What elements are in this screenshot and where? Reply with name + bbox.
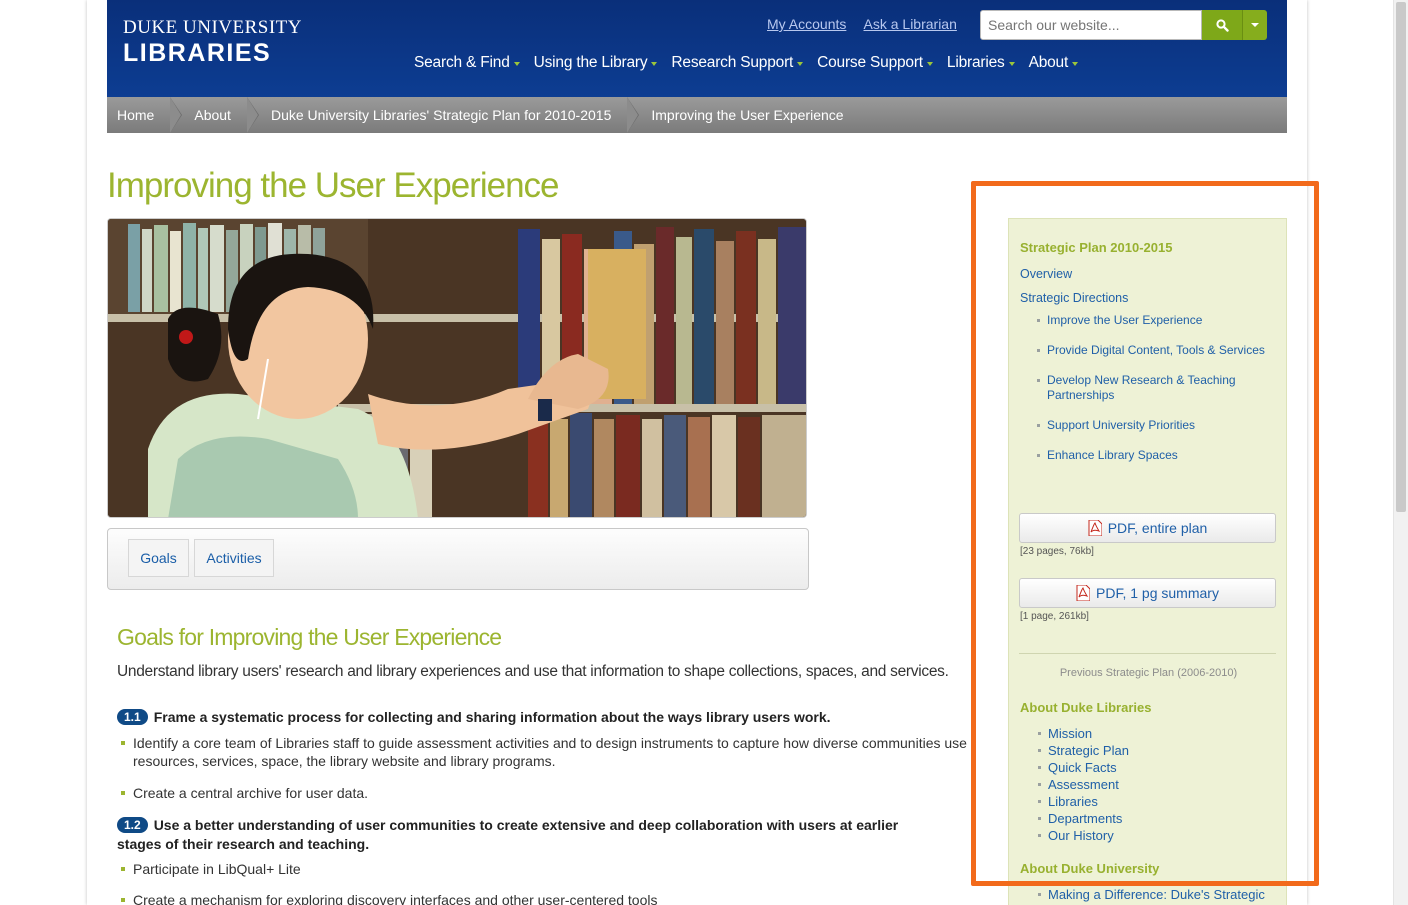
goal-1-1-bullet: Identify a core team of Libraries staff … bbox=[121, 734, 967, 752]
pdf-entire-plan-label: PDF, entire plan bbox=[1107, 520, 1208, 536]
nav-research-support[interactable]: Research Support bbox=[671, 54, 804, 72]
page-scrollbar[interactable] bbox=[1393, 0, 1408, 905]
about-university-heading[interactable]: About Duke University bbox=[1020, 861, 1159, 876]
site-search bbox=[980, 10, 1267, 40]
site-header: DUKE UNIVERSITY LIBRARIES My Accounts As… bbox=[107, 0, 1287, 97]
about-link-mission[interactable]: Mission bbox=[1037, 725, 1092, 742]
search-button[interactable] bbox=[1202, 10, 1242, 40]
sidebar-heading: Strategic Plan 2010-2015 bbox=[1020, 240, 1173, 255]
sidebar-divider bbox=[1019, 653, 1276, 654]
nav-label: Course Support bbox=[817, 54, 923, 71]
crumb-label: Improving the User Experience bbox=[651, 107, 844, 123]
goal-1-1-bullet-continued: resources, services, space, the library … bbox=[133, 753, 556, 769]
crumb-separator bbox=[246, 97, 258, 133]
sidebar-direction-digital-content[interactable]: Provide Digital Content, Tools & Service… bbox=[1037, 343, 1265, 358]
nav-label: Research Support bbox=[671, 54, 794, 71]
caret-down-icon bbox=[1008, 61, 1015, 66]
nav-label: About bbox=[1028, 54, 1069, 71]
nav-about[interactable]: About bbox=[1029, 54, 1079, 72]
goal-1-2-bullet: Participate in LibQual+ Lite bbox=[121, 860, 301, 878]
goal-1-1-bullet: Create a central archive for user data. bbox=[121, 784, 368, 802]
sidebar-link-overview[interactable]: Overview bbox=[1020, 267, 1072, 281]
chevron-down-icon bbox=[1251, 23, 1259, 27]
breadcrumb-home[interactable]: Home bbox=[107, 97, 183, 133]
main-nav: Search & Find Using the Library Research… bbox=[414, 54, 1092, 72]
search-options-dropdown[interactable] bbox=[1242, 10, 1267, 40]
goal-1-2-heading-continued: stages of their research and teaching. bbox=[117, 836, 370, 852]
pdf-icon bbox=[1088, 520, 1102, 536]
sidebar-direction-university-priorities[interactable]: Support University Priorities bbox=[1036, 418, 1195, 433]
scrollbar-thumb[interactable] bbox=[1396, 2, 1406, 512]
duke-libraries-logo[interactable]: DUKE UNIVERSITY LIBRARIES bbox=[123, 17, 303, 67]
tab-activities[interactable]: Activities bbox=[194, 539, 274, 577]
pdf-summary-meta: [1 page, 261kb] bbox=[1020, 611, 1089, 622]
nav-label: Using the Library bbox=[533, 54, 648, 71]
breadcrumb: Home About Duke University Libraries' St… bbox=[107, 97, 1287, 133]
goal-1-2-bullet: Create a mechanism for exploring discove… bbox=[121, 891, 657, 905]
nav-libraries[interactable]: Libraries bbox=[947, 54, 1015, 72]
sidebar-direction-user-experience[interactable]: Improve the User Experience bbox=[1036, 313, 1202, 328]
about-link-strategic-plan[interactable]: Strategic Plan bbox=[1038, 742, 1129, 759]
about-link-assessment[interactable]: Assessment bbox=[1038, 776, 1119, 793]
about-link-departments[interactable]: Departments bbox=[1037, 810, 1122, 827]
about-libraries-heading[interactable]: About Duke Libraries bbox=[1020, 700, 1151, 715]
crumb-separator bbox=[627, 97, 639, 133]
goal-badge: 1.2 bbox=[117, 817, 148, 833]
goals-heading: Goals for Improving the User Experience bbox=[117, 624, 502, 650]
goal-text: Use a better understanding of user commu… bbox=[153, 817, 899, 833]
logo-line1: DUKE UNIVERSITY bbox=[123, 17, 303, 38]
crumb-label: About bbox=[194, 107, 231, 123]
utility-links: My Accounts Ask a Librarian bbox=[767, 16, 971, 32]
caret-down-icon bbox=[797, 61, 804, 66]
breadcrumb-current: Improving the User Experience bbox=[627, 97, 859, 133]
goal-badge: 1.1 bbox=[117, 709, 148, 725]
crumb-separator bbox=[170, 97, 182, 133]
search-input[interactable] bbox=[980, 10, 1202, 40]
breadcrumb-strategic-plan[interactable]: Duke University Libraries' Strategic Pla… bbox=[247, 97, 640, 133]
caret-down-icon bbox=[926, 61, 933, 66]
page-title: Improving the User Experience bbox=[107, 166, 559, 205]
ask-a-librarian-link[interactable]: Ask a Librarian bbox=[864, 16, 957, 32]
goal-text: Frame a systematic process for collectin… bbox=[153, 709, 831, 725]
logo-line2: LIBRARIES bbox=[123, 39, 272, 67]
sidebar-direction-library-spaces[interactable]: Enhance Library Spaces bbox=[1037, 448, 1178, 463]
strategic-plan-sidebar: Strategic Plan 2010-2015 Overview Strate… bbox=[1008, 218, 1287, 905]
tab-bar: Goals Activities bbox=[107, 528, 809, 590]
sidebar-direction-research-teaching[interactable]: Develop New Research & Teaching bbox=[1037, 373, 1236, 388]
hero-photo bbox=[107, 218, 807, 518]
nav-course-support[interactable]: Course Support bbox=[817, 54, 933, 72]
pdf-icon bbox=[1076, 585, 1091, 601]
about-link-libraries[interactable]: Libraries bbox=[1038, 793, 1098, 810]
goal-1-2-heading: 1.2 Use a better understanding of user co… bbox=[117, 816, 898, 835]
nav-label: Libraries bbox=[946, 54, 1005, 71]
goals-intro: Understand library users' research and l… bbox=[117, 663, 949, 680]
caret-down-icon bbox=[513, 61, 520, 66]
sidebar-direction-research-teaching-continued[interactable]: Partnerships bbox=[1047, 388, 1114, 403]
library-stacks-photo bbox=[108, 219, 806, 517]
previous-plan-link[interactable]: Previous Strategic Plan (2006-2010) bbox=[1009, 667, 1288, 679]
nav-using-the-library[interactable]: Using the Library bbox=[534, 54, 658, 72]
tab-goals[interactable]: Goals bbox=[128, 539, 189, 577]
nav-label: Search & Find bbox=[414, 54, 510, 71]
caret-down-icon bbox=[1072, 61, 1079, 66]
crumb-label: Duke University Libraries' Strategic Pla… bbox=[270, 107, 612, 123]
pdf-summary-button[interactable]: PDF, 1 pg summary bbox=[1019, 578, 1276, 608]
search-icon bbox=[1215, 18, 1229, 32]
pdf-entire-plan-meta: [23 pages, 76kb] bbox=[1020, 546, 1094, 557]
about-link-our-history[interactable]: Our History bbox=[1038, 827, 1114, 844]
sidebar-link-strategic-directions[interactable]: Strategic Directions bbox=[1020, 291, 1128, 305]
caret-down-icon bbox=[651, 61, 658, 66]
goal-1-1-heading: 1.1 Frame a systematic process for collec… bbox=[117, 708, 831, 727]
nav-search-find[interactable]: Search & Find bbox=[414, 54, 520, 72]
pdf-entire-plan-button[interactable]: PDF, entire plan bbox=[1019, 513, 1276, 543]
my-accounts-link[interactable]: My Accounts bbox=[767, 16, 846, 32]
pdf-summary-label: PDF, 1 pg summary bbox=[1096, 585, 1219, 601]
university-link-making-a-difference[interactable]: Making a Difference: Duke's Strategic bbox=[1038, 886, 1265, 903]
crumb-label: Home bbox=[117, 107, 155, 123]
about-link-quick-facts[interactable]: Quick Facts bbox=[1038, 759, 1117, 776]
